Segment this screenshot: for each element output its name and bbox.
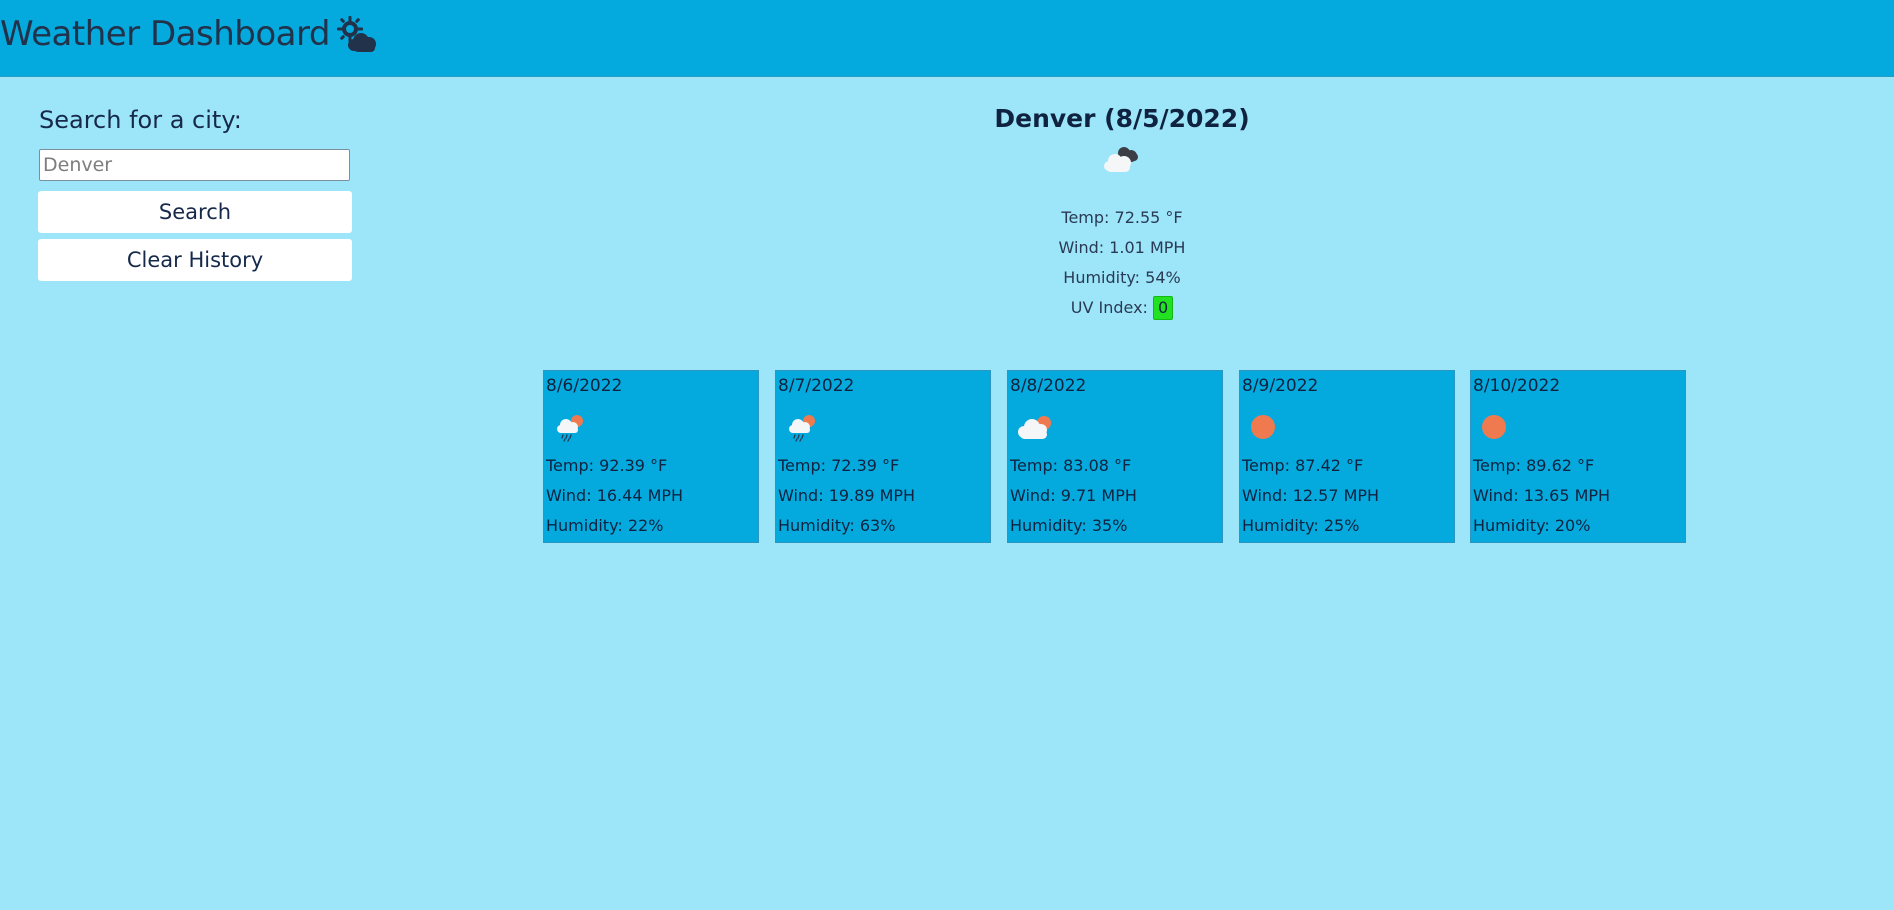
uv-index-row: UV Index: 0: [962, 293, 1282, 323]
forecast-humidity: Humidity: 35%: [1010, 516, 1128, 535]
search-button[interactable]: Search: [38, 191, 352, 233]
forecast-humidity: Humidity: 22%: [546, 516, 664, 535]
forecast-humidity: Humidity: 25%: [1242, 516, 1360, 535]
cloud-sun-icon: [1018, 416, 1051, 439]
current-temp: Temp: 72.55 °F: [1061, 208, 1183, 227]
forecast-card: 8/6/2022 Temp: 92.39 °F Wind: 16.44 MPH …: [543, 370, 759, 543]
city-search-input[interactable]: [39, 149, 350, 181]
search-label: Search for a city:: [39, 106, 242, 134]
forecast-date: 8/8/2022: [1010, 376, 1087, 396]
app-title: Weather Dashboard: [0, 14, 330, 54]
forecast-card: 8/8/2022 Temp: 83.08 °F Wind: 9.71 MPH H…: [1007, 370, 1223, 543]
forecast-date: 8/6/2022: [546, 376, 623, 396]
app-title-group: Weather Dashboard: [0, 14, 379, 54]
forecast-wind: Wind: 16.44 MPH: [546, 486, 684, 505]
forecast-temp: Temp: 87.42 °F: [1242, 456, 1364, 475]
current-weather: Denver (8/5/2022) Temp: 72.55 °F Wind: 1…: [962, 104, 1282, 323]
forecast-wind: Wind: 13.65 MPH: [1473, 486, 1611, 505]
app-header: Weather Dashboard: [0, 0, 1894, 77]
rain-sun-icon: [557, 415, 583, 442]
forecast-date: 8/9/2022: [1242, 376, 1319, 396]
broken-clouds-icon: [1104, 147, 1138, 172]
current-humidity: Humidity: 54%: [1063, 268, 1181, 287]
forecast-date: 8/10/2022: [1473, 376, 1561, 396]
forecast-date: 8/7/2022: [778, 376, 855, 396]
forecast-card: 8/10/2022 Temp: 89.62 °F Wind: 13.65 MPH…: [1470, 370, 1686, 543]
forecast-temp: Temp: 72.39 °F: [778, 456, 900, 475]
sun-icon: [1251, 415, 1275, 439]
forecast-card: 8/9/2022 Temp: 87.42 °F Wind: 12.57 MPH …: [1239, 370, 1455, 543]
forecast-wind: Wind: 19.89 MPH: [778, 486, 916, 505]
clear-history-button[interactable]: Clear History: [38, 239, 352, 281]
current-city-title: Denver (8/5/2022): [994, 104, 1250, 133]
forecast-temp: Temp: 92.39 °F: [546, 456, 668, 475]
current-stats: Temp: 72.55 °F Wind: 1.01 MPH Humidity: …: [962, 203, 1282, 323]
forecast-humidity: Humidity: 63%: [778, 516, 896, 535]
uv-index-label: UV Index:: [1070, 298, 1148, 317]
forecast-temp: Temp: 89.62 °F: [1473, 456, 1595, 475]
forecast-wind: Wind: 12.57 MPH: [1242, 486, 1380, 505]
uv-index-badge: 0: [1153, 296, 1174, 320]
sun-icon: [1482, 415, 1506, 439]
forecast-card: 8/7/2022 Temp: 72.39 °F Wind: 19.89 MPH …: [775, 370, 991, 543]
sun-cloud-icon: [336, 16, 376, 52]
rain-sun-icon: [789, 415, 815, 442]
forecast-temp: Temp: 83.08 °F: [1010, 456, 1132, 475]
forecast-humidity: Humidity: 20%: [1473, 516, 1591, 535]
forecast-wind: Wind: 9.71 MPH: [1010, 486, 1137, 505]
current-wind: Wind: 1.01 MPH: [1058, 238, 1186, 257]
